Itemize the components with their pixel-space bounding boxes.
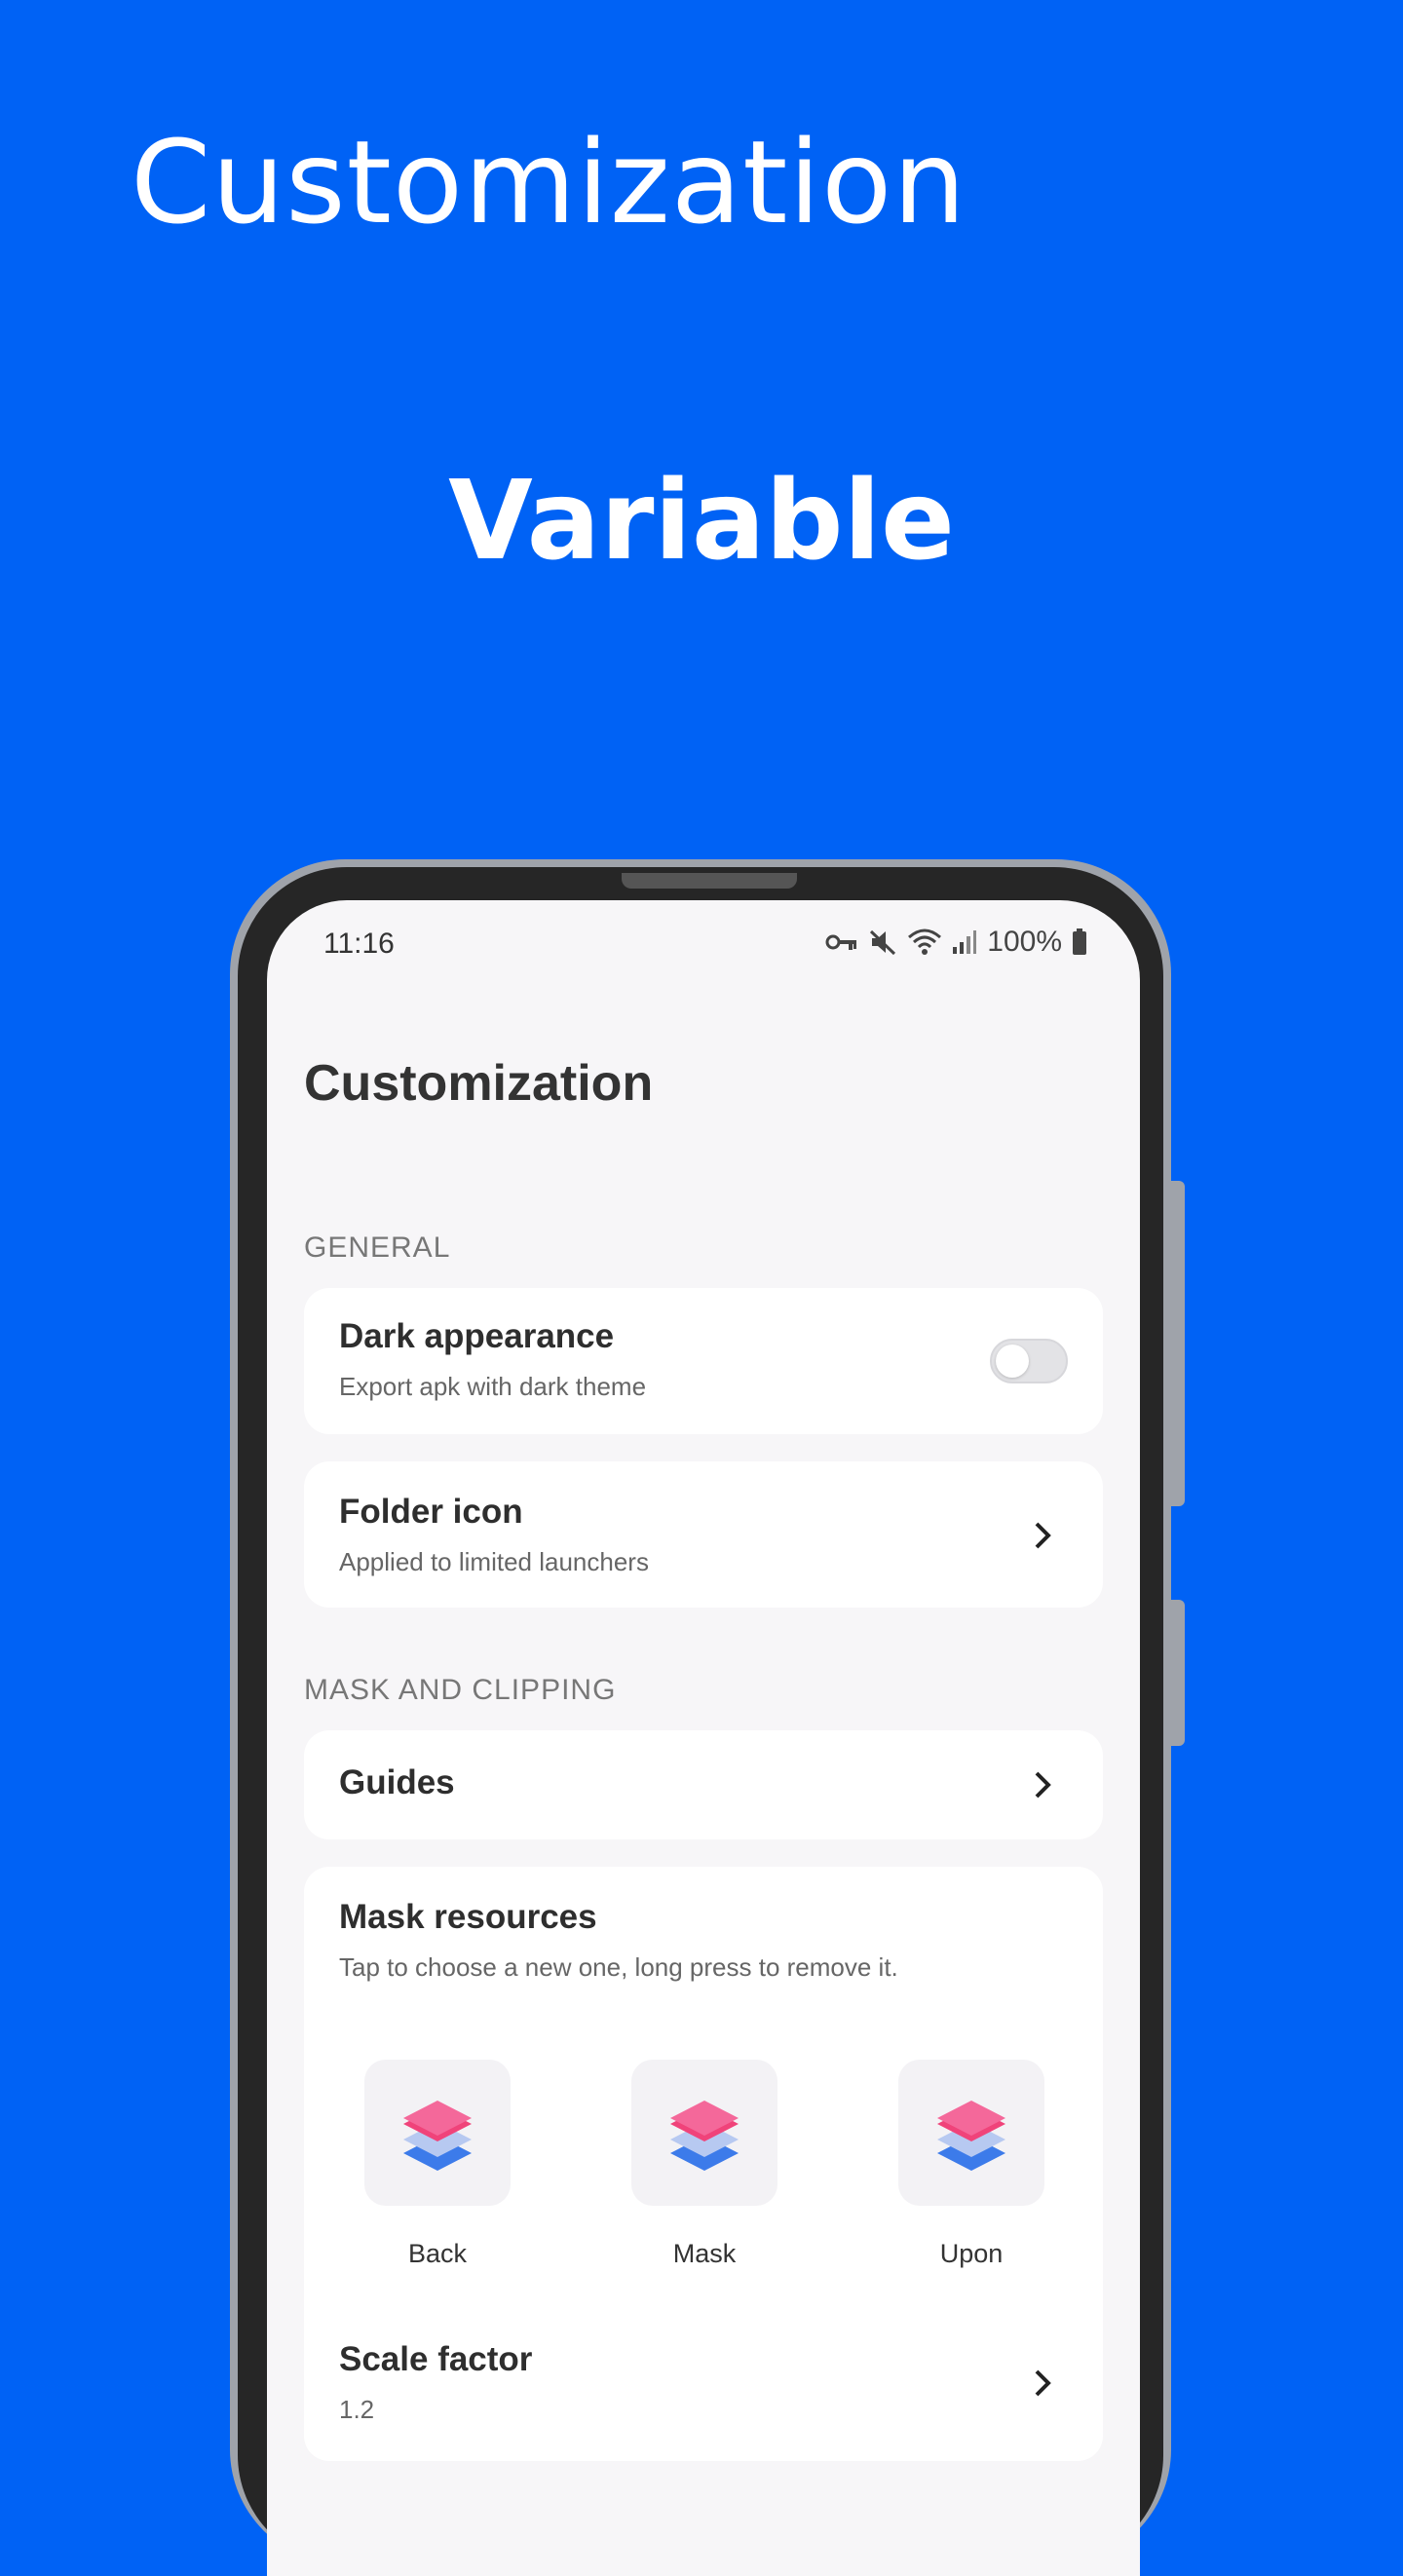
dark-appearance-setting[interactable]: Dark appearance Export apk with dark the… — [304, 1288, 1103, 1434]
phone-screen: 11:16 100% Customization GENERAL Dark ap… — [267, 900, 1140, 2576]
hero-title: Customization — [131, 115, 967, 249]
mask-resources-title: Mask resources — [339, 1898, 597, 1936]
phone-side-button — [1165, 1600, 1185, 1746]
scale-factor-title: Scale factor — [339, 2340, 533, 2378]
mask-resource-upon[interactable] — [898, 2060, 1044, 2206]
status-icons: 100% — [825, 926, 1087, 959]
dark-appearance-toggle[interactable] — [990, 1339, 1068, 1383]
dark-appearance-title: Dark appearance — [339, 1317, 615, 1355]
folder-icon-title: Folder icon — [339, 1493, 523, 1531]
section-header-general: GENERAL — [304, 1231, 451, 1264]
chevron-right-icon — [1035, 2369, 1051, 2397]
phone-speaker — [622, 873, 797, 889]
mask-resource-mask-label: Mask — [672, 2239, 737, 2268]
folder-icon-setting[interactable]: Folder icon Applied to limited launchers — [304, 1461, 1103, 1608]
layers-icon — [403, 2101, 472, 2171]
battery-icon — [1073, 928, 1086, 955]
toggle-knob — [996, 1345, 1029, 1378]
hero-subtitle: Variable — [448, 458, 955, 585]
mask-resources-subtitle: Tap to choose a new one, long press to r… — [339, 1952, 898, 1982]
chevron-right-icon — [1035, 1522, 1051, 1549]
folder-icon-subtitle: Applied to limited launchers — [339, 1547, 649, 1576]
wifi-icon — [908, 928, 942, 955]
mask-resource-back[interactable] — [364, 2060, 511, 2206]
phone-bezel: 11:16 100% Customization GENERAL Dark ap… — [238, 867, 1163, 2576]
page-title: Customization — [304, 1055, 654, 1112]
section-header-mask: MASK AND CLIPPING — [304, 1674, 617, 1706]
mask-resource-mask[interactable] — [631, 2060, 777, 2206]
phone-mockup: 11:16 100% Customization GENERAL Dark ap… — [230, 859, 1185, 2576]
mask-resource-back-label: Back — [407, 2239, 468, 2268]
guides-title: Guides — [339, 1763, 455, 1801]
guides-setting[interactable]: Guides — [304, 1730, 1103, 1839]
signal-icon — [953, 930, 977, 954]
mute-icon — [870, 929, 896, 956]
status-time: 11:16 — [323, 928, 395, 960]
scale-factor-value: 1.2 — [339, 2395, 375, 2424]
layers-icon — [937, 2101, 1005, 2171]
chevron-right-icon — [1035, 1771, 1051, 1799]
vpn-key-icon — [825, 934, 857, 950]
battery-percentage: 100% — [987, 926, 1062, 958]
layers-icon — [670, 2101, 739, 2171]
dark-appearance-subtitle: Export apk with dark theme — [339, 1372, 647, 1401]
phone-side-button — [1165, 1181, 1185, 1506]
status-bar: 11:16 100% — [267, 900, 1140, 978]
mask-resources-card: Mask resources Tap to choose a new one, … — [304, 1867, 1103, 2461]
mask-resource-upon-label: Upon — [939, 2239, 1004, 2268]
scale-factor-setting[interactable]: Scale factor 1.2 — [304, 2305, 1103, 2451]
